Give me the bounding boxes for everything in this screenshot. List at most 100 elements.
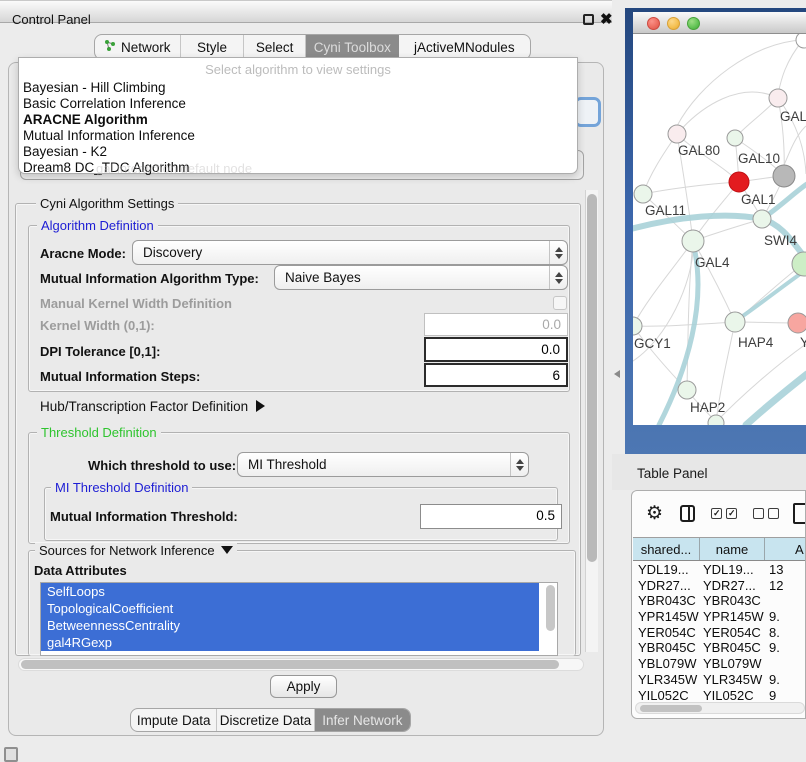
document-icon[interactable] <box>793 503 806 524</box>
close-traffic-light-icon[interactable] <box>647 17 660 30</box>
table-body: YDL19...YDL19...13 YDR27...YDR27...12 YB… <box>633 562 806 703</box>
menu-item[interactable]: Bayesian - K2 <box>23 144 107 159</box>
node-gal1-red[interactable] <box>729 172 749 192</box>
table-row[interactable]: YIL052CYIL052C9 <box>633 688 806 704</box>
table-row[interactable]: YLR345WYLR345W9. <box>633 672 806 688</box>
tab-cyni-toolbox[interactable]: Cyni Toolbox <box>306 35 399 59</box>
node[interactable] <box>796 34 806 48</box>
apply-button[interactable]: Apply <box>270 675 337 698</box>
cell: 8. <box>765 625 806 641</box>
bottom-tabbar: Impute Data Discretize Data Infer Networ… <box>130 708 411 732</box>
menu-item[interactable]: Basic Correlation Inference <box>23 96 186 111</box>
list-scrollbar-thumb[interactable] <box>546 585 555 631</box>
minimize-traffic-light-icon[interactable] <box>667 17 680 30</box>
cell: YIL052C <box>700 688 765 704</box>
node-gal10[interactable] <box>727 130 743 146</box>
table-row[interactable]: YBR045CYBR045C9. <box>633 640 806 656</box>
network-svg: GAL GAL80 GAL10 GAL1 GAL11 SWI4 GAL4 HAP… <box>633 34 806 425</box>
control-panel-titlebar <box>0 0 612 23</box>
mi-algorithm-type-combobox[interactable]: Naive Bayes <box>274 265 568 290</box>
table-row[interactable]: YBR043CYBR043C <box>633 593 806 609</box>
splitpane-grabber-icon[interactable] <box>614 370 620 378</box>
list-item[interactable]: SelfLoops <box>41 583 539 600</box>
network-window-titlebar[interactable] <box>633 12 806 34</box>
minimized-panel-icon[interactable] <box>4 747 18 762</box>
mi-threshold-field[interactable]: 0.5 <box>420 504 562 529</box>
node-hap2[interactable] <box>678 381 696 399</box>
mi-steps-field[interactable]: 6 <box>424 363 568 387</box>
list-item[interactable]: TopologicalCoefficient <box>41 600 539 617</box>
gear-icon[interactable]: ⚙ <box>646 504 663 523</box>
which-threshold-combobox[interactable]: MI Threshold <box>237 452 529 477</box>
node-swi4[interactable] <box>753 210 771 228</box>
which-threshold-value: MI Threshold <box>238 457 510 472</box>
float-window-icon[interactable] <box>583 14 594 25</box>
cell: 13 <box>765 562 806 578</box>
deselect-all-checkboxes-icon[interactable] <box>753 508 779 519</box>
table-horizontal-scrollbar-thumb[interactable] <box>640 705 702 712</box>
cell: YBL079W <box>633 656 700 672</box>
cell: YDL19... <box>633 562 700 578</box>
tab-network[interactable]: Network <box>95 35 181 59</box>
tab-style[interactable]: Style <box>181 35 245 59</box>
data-attributes-list[interactable]: SelfLoops TopologicalCoefficient Between… <box>40 582 558 656</box>
table-horizontal-scrollbar[interactable] <box>635 702 805 714</box>
node-gal11[interactable] <box>634 185 652 203</box>
node-bright-green[interactable] <box>792 252 806 276</box>
sources-group-title[interactable]: Sources for Network Inference <box>35 543 237 558</box>
columns-icon[interactable] <box>680 505 695 522</box>
network-window: GAL GAL80 GAL10 GAL1 GAL11 SWI4 GAL4 HAP… <box>625 8 806 454</box>
column-header[interactable]: name <box>700 538 765 560</box>
mi-algorithm-type-value: Naive Bayes <box>275 270 549 285</box>
cell: YER054C <box>700 625 765 641</box>
table-row[interactable]: YDR27...YDR27...12 <box>633 578 806 594</box>
column-header[interactable]: shared... <box>633 538 700 560</box>
node-gal-partial[interactable] <box>769 89 787 107</box>
focused-combobox-fragment <box>574 97 601 127</box>
menu-item[interactable]: Mutual Information Inference <box>23 128 195 143</box>
close-icon[interactable]: ✖ <box>600 10 613 28</box>
tab-jactivemnodules[interactable]: jActiveMNodules <box>399 35 530 59</box>
zoom-traffic-light-icon[interactable] <box>687 17 700 30</box>
node-gal80[interactable] <box>668 125 686 143</box>
kernel-width-label: Kernel Width (0,1): <box>40 318 155 333</box>
column-header[interactable]: A <box>765 538 806 560</box>
node-hap4[interactable] <box>725 312 745 332</box>
table-row[interactable]: YBL079WYBL079W <box>633 656 806 672</box>
table-row[interactable]: YPR145WYPR145W9. <box>633 609 806 625</box>
table-row[interactable]: YDL19...YDL19...13 <box>633 562 806 578</box>
tab-impute-data[interactable]: Impute Data <box>131 709 217 731</box>
menu-item-selected[interactable]: ARACNE Algorithm <box>23 112 148 127</box>
node-gcy1[interactable] <box>633 317 642 335</box>
node-gal4[interactable] <box>682 230 704 252</box>
unchecked-checkbox-icon <box>768 508 779 519</box>
cell: YLR345W <box>700 672 765 688</box>
list-item[interactable]: gal4RGexp <box>41 634 539 651</box>
dpi-tolerance-field[interactable]: 0.0 <box>424 337 568 362</box>
aracne-mode-combobox[interactable]: Discovery <box>132 240 568 265</box>
tab-infer-network[interactable]: Infer Network <box>315 709 410 731</box>
stepper-arrows-icon <box>549 266 567 289</box>
cell: YBR043C <box>700 593 765 609</box>
list-item[interactable]: BetweennessCentrality <box>41 617 539 634</box>
tab-discretize-data[interactable]: Discretize Data <box>217 709 314 731</box>
node-salmon[interactable] <box>788 313 806 333</box>
node-label: GAL80 <box>678 143 720 158</box>
kernel-width-field[interactable]: 0.0 <box>424 313 568 336</box>
cell <box>765 593 806 609</box>
node-gray[interactable] <box>773 165 795 187</box>
table-row[interactable]: YER054CYER054C8. <box>633 625 806 641</box>
aracne-mode-label: Aracne Mode: <box>40 246 126 261</box>
settings-vertical-scrollbar-thumb[interactable] <box>587 194 597 562</box>
select-all-checkboxes-icon[interactable]: ✓ ✓ <box>711 508 737 519</box>
edge <box>643 182 739 194</box>
cell: 9 <box>765 688 806 704</box>
manual-kernel-checkbox[interactable] <box>553 296 567 310</box>
menu-item[interactable]: Bayesian - Hill Climbing <box>23 80 166 95</box>
table-panel: ⚙ ✓ ✓ shared... name A YDL19...YDL19...1… <box>631 490 806 719</box>
tab-select[interactable]: Select <box>244 35 306 59</box>
hub-factor-section-toggle[interactable]: Hub/Transcription Factor Definition <box>40 399 265 414</box>
settings-horizontal-scrollbar-thumb[interactable] <box>21 660 559 669</box>
tab-jactivemnodules-label: jActiveMNodules <box>414 40 515 55</box>
network-canvas[interactable]: GAL GAL80 GAL10 GAL1 GAL11 SWI4 GAL4 HAP… <box>633 34 806 425</box>
